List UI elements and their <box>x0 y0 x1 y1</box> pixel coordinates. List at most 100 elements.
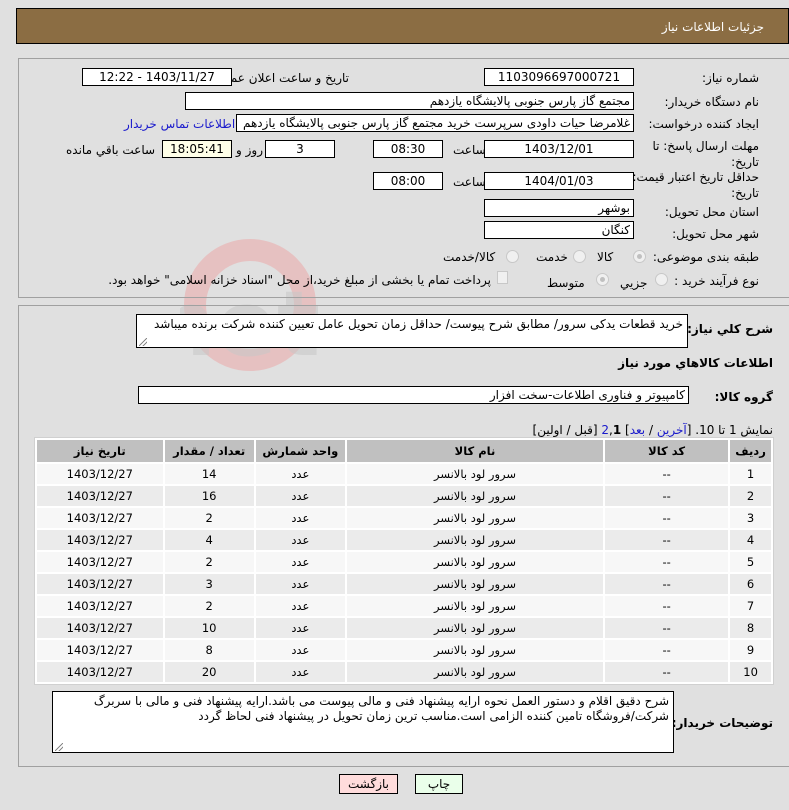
cell-unit: عدد <box>255 552 345 572</box>
pagination-prev-first: [قبل / اولين] <box>532 423 598 437</box>
cell-need-date: 1403/12/27 <box>37 574 163 594</box>
cell-unit: عدد <box>255 574 345 594</box>
buyer-notes-text: شرح دقیق اقلام و دستور العمل نحوه ارایه … <box>93 694 669 723</box>
general-desc-text: خرید قطعات یدکی سرور/ مطابق شرح پیوست/ ح… <box>153 317 683 331</box>
announce-datetime-field: 1403/11/27 - 12:22 <box>82 68 232 86</box>
cell-unit: عدد <box>255 508 345 528</box>
province-field: بوشهر <box>484 199 634 217</box>
col-header-need-date: تاريخ نياز <box>37 440 163 462</box>
cell-need-date: 1403/12/27 <box>37 552 163 572</box>
cell-quantity: 8 <box>164 640 254 660</box>
col-header-unit: واحد شمارش <box>255 440 345 462</box>
pagination-showing: نمايش 1 تا 10. <box>695 423 773 437</box>
buyer-org-field: مجتمع گاز پارس جنوبی پالایشگاه یازدهم <box>185 92 634 110</box>
cell-quantity: 2 <box>164 596 254 616</box>
remaining-time-field: 18:05:41 <box>162 140 232 158</box>
cell-goods-code: -- <box>605 552 729 572</box>
cell-quantity: 10 <box>164 618 254 638</box>
cell-quantity: 20 <box>164 662 254 682</box>
goods-table: رديف کد کالا نام کالا واحد شمارش تعداد /… <box>34 437 774 685</box>
cell-goods-code: -- <box>605 530 729 550</box>
cell-goods-code: -- <box>605 574 729 594</box>
print-button[interactable]: چاپ <box>415 774 463 794</box>
cell-row-number: 9 <box>730 640 771 660</box>
cell-goods-name: سرور لود بالانسر <box>346 618 604 638</box>
purchase-type-option-minor: جزيي <box>620 276 648 290</box>
province-label: استان محل تحويل: <box>664 205 759 219</box>
cell-unit: عدد <box>255 486 345 506</box>
cell-need-date: 1403/12/27 <box>37 530 163 550</box>
purchase-type-option-medium: متوسط <box>547 276 585 290</box>
cell-goods-name: سرور لود بالانسر <box>346 640 604 660</box>
buyer-contact-link[interactable]: اطلاعات تماس خريدار <box>124 117 235 131</box>
goods-info-title: اطلاعات کالاهاي مورد نياز <box>618 356 773 370</box>
cell-quantity: 2 <box>164 508 254 528</box>
city-label: شهر محل تحويل: <box>672 227 759 241</box>
cell-need-date: 1403/12/27 <box>37 486 163 506</box>
general-desc-label: شرح کلي نياز: <box>687 322 773 336</box>
table-row: 10 -- سرور لود بالانسر عدد 20 1403/12/27 <box>37 662 771 682</box>
table-header-row: رديف کد کالا نام کالا واحد شمارش تعداد /… <box>37 440 771 462</box>
col-header-goods-name: نام کالا <box>346 440 604 462</box>
cell-row-number: 8 <box>730 618 771 638</box>
remaining-time-label: ساعت باقي مانده <box>66 143 156 157</box>
category-option-goods-service: کالا/خدمت <box>443 250 496 264</box>
cell-goods-name: سرور لود بالانسر <box>346 464 604 484</box>
category-option-service: خدمت <box>536 250 568 264</box>
city-field: کنگان <box>484 221 634 239</box>
category-radio-service[interactable] <box>573 250 586 263</box>
resize-grip-icon[interactable] <box>139 338 147 346</box>
purchase-type-radio-medium[interactable] <box>596 273 609 286</box>
purchase-type-label: نوع فرآيند خريد : <box>674 274 759 288</box>
col-header-row-number: رديف <box>730 440 771 462</box>
category-label: طبقه بندی موضوعی: <box>652 250 759 264</box>
cell-need-date: 1403/12/27 <box>37 662 163 682</box>
cell-unit: عدد <box>255 662 345 682</box>
cell-quantity: 3 <box>164 574 254 594</box>
page-title: جزئيات اطلاعات نياز <box>661 20 764 34</box>
pagination-next-link[interactable]: بعد <box>630 423 645 437</box>
cell-quantity: 14 <box>164 464 254 484</box>
page-header: جزئيات اطلاعات نياز <box>16 8 789 44</box>
purchase-type-radio-minor[interactable] <box>655 273 668 286</box>
cell-need-date: 1403/12/27 <box>37 508 163 528</box>
cell-unit: عدد <box>255 640 345 660</box>
pagination-last-link[interactable]: آخرين <box>657 423 687 437</box>
cell-row-number: 5 <box>730 552 771 572</box>
general-desc-textarea[interactable]: خرید قطعات یدکی سرور/ مطابق شرح پیوست/ ح… <box>136 314 688 348</box>
price-validity-date-field: 1404/01/03 <box>484 172 634 190</box>
cell-quantity: 2 <box>164 552 254 572</box>
buyer-notes-textarea[interactable]: شرح دقیق اقلام و دستور العمل نحوه ارایه … <box>52 691 674 753</box>
resize-grip-icon[interactable] <box>55 743 63 751</box>
cell-goods-code: -- <box>605 596 729 616</box>
cell-need-date: 1403/12/27 <box>37 464 163 484</box>
deadline-label: مهلت ارسال پاسخ: تا تاريخ: <box>652 139 759 169</box>
cell-goods-name: سرور لود بالانسر <box>346 486 604 506</box>
cell-need-date: 1403/12/27 <box>37 596 163 616</box>
category-option-goods: کالا <box>597 250 614 264</box>
table-row: 3 -- سرور لود بالانسر عدد 2 1403/12/27 <box>37 508 771 528</box>
table-row: 4 -- سرور لود بالانسر عدد 4 1403/12/27 <box>37 530 771 550</box>
category-radio-goods[interactable] <box>633 250 646 263</box>
treasury-payment-checkbox[interactable] <box>497 271 508 284</box>
cell-quantity: 16 <box>164 486 254 506</box>
pagination-page-2[interactable]: 2 <box>601 423 609 437</box>
cell-unit: عدد <box>255 596 345 616</box>
back-button[interactable]: بازگشت <box>339 774 398 794</box>
category-radio-goods-service[interactable] <box>506 250 519 263</box>
days-remaining-field: 3 <box>265 140 335 158</box>
pagination: نمايش 1 تا 10. [آخرين / بعد] 2,1 [قبل / … <box>533 423 773 437</box>
cell-row-number: 3 <box>730 508 771 528</box>
table-row: 2 -- سرور لود بالانسر عدد 16 1403/12/27 <box>37 486 771 506</box>
cell-goods-code: -- <box>605 464 729 484</box>
cell-goods-name: سرور لود بالانسر <box>346 596 604 616</box>
need-number-label: شماره نياز: <box>702 71 759 85</box>
cell-goods-name: سرور لود بالانسر <box>346 574 604 594</box>
pagination-page-1-current: 1 <box>612 423 622 437</box>
treasury-payment-note: پرداخت تمام يا بخشی از مبلغ خريد،از محل … <box>108 273 491 287</box>
cell-goods-code: -- <box>605 508 729 528</box>
cell-goods-name: سرور لود بالانسر <box>346 508 604 528</box>
table-row: 8 -- سرور لود بالانسر عدد 10 1403/12/27 <box>37 618 771 638</box>
cell-need-date: 1403/12/27 <box>37 640 163 660</box>
cell-row-number: 2 <box>730 486 771 506</box>
